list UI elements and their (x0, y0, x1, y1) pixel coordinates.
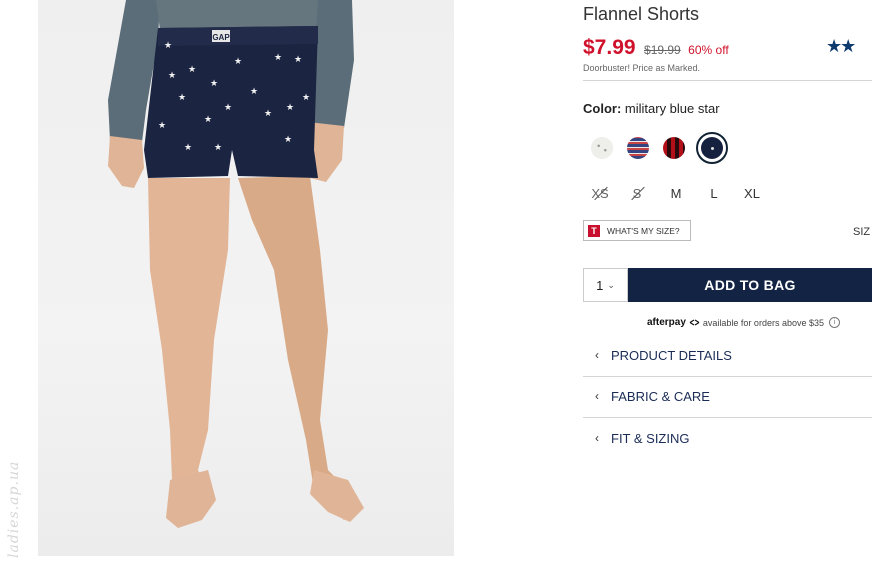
svg-text:★: ★ (284, 135, 292, 145)
svg-text:★: ★ (264, 109, 272, 119)
accordion-label: FIT & SIZING (611, 430, 690, 446)
watermark-text: ladies.ap.ua (6, 460, 22, 558)
afterpay-logo: afterpay (647, 317, 686, 328)
quantity-value: 1 (596, 277, 604, 293)
size-xs-unavailable[interactable]: XS (586, 185, 614, 203)
svg-text:★: ★ (286, 103, 294, 113)
afterpay-note: afterpay available for orders above $35 … (647, 317, 840, 328)
swatch-military-blue-star[interactable] (696, 132, 728, 164)
afterpay-arrows-icon (689, 319, 700, 326)
size-m[interactable]: M (662, 185, 690, 203)
svg-text:★: ★ (294, 55, 302, 65)
swatch-cream-star[interactable] (588, 134, 616, 162)
original-price: $19.99 (644, 43, 681, 57)
color-value: military blue star (624, 101, 720, 116)
svg-text:★: ★ (234, 57, 242, 67)
chevron-down-icon: ⌄ (607, 279, 615, 290)
whats-my-size-button[interactable]: T WHAT'S MY SIZE? (583, 220, 691, 241)
product-title: Flannel Shorts (583, 4, 700, 24)
afterpay-text: available for orders above $35 (702, 317, 824, 328)
divider (583, 80, 872, 81)
chevron-left-icon: ‹ (595, 348, 599, 362)
svg-text:★: ★ (184, 143, 192, 153)
color-label: Color: (583, 101, 622, 116)
svg-text:★: ★ (158, 121, 166, 131)
rating-stars[interactable]: ★★ (826, 36, 856, 57)
sale-price: $7.99 (583, 36, 636, 59)
doorbuster-note: Doorbuster! Price as Marked. (583, 63, 701, 73)
size-s-unavailable[interactable]: S (623, 185, 651, 203)
svg-text:★: ★ (224, 103, 232, 113)
accordion-product-details[interactable]: ‹ PRODUCT DETAILS (583, 335, 872, 375)
swatch-buffalo-plaid[interactable] (660, 134, 688, 162)
svg-text:★: ★ (302, 93, 310, 103)
quantity-select[interactable]: 1 ⌄ (583, 268, 628, 302)
svg-text:★: ★ (168, 71, 176, 81)
accordion-fit-sizing[interactable]: ‹ FIT & SIZING (583, 418, 872, 458)
svg-text:★: ★ (204, 115, 212, 125)
size-l[interactable]: L (700, 185, 728, 203)
info-icon[interactable]: i (828, 317, 840, 328)
svg-text:★: ★ (274, 53, 282, 63)
whats-my-size-label: WHAT'S MY SIZE? (607, 225, 680, 236)
model-illustration: GAP ★ ★ ★ ★ ★ ★ ★ ★ ★ ★ ★ ★ ★ ★ ★ ★ ★ ★ (108, 0, 364, 528)
accordion-label: PRODUCT DETAILS (611, 347, 732, 363)
svg-text:★: ★ (164, 41, 172, 51)
true-fit-icon: T (588, 224, 600, 237)
size-chart-link[interactable]: SIZ (853, 226, 870, 238)
color-selection-label: Color: military blue star (583, 101, 720, 116)
price-row: $7.99 $19.99 60% off (583, 36, 729, 60)
svg-text:★: ★ (250, 87, 258, 97)
chevron-left-icon: ‹ (595, 431, 599, 445)
accordion-fabric-care[interactable]: ‹ FABRIC & CARE (583, 376, 872, 416)
swatch-plaid-multicolor[interactable] (624, 134, 652, 162)
add-to-bag-button[interactable]: ADD TO BAG (628, 268, 872, 302)
chevron-left-icon: ‹ (595, 389, 599, 403)
svg-text:★: ★ (214, 143, 222, 153)
discount-label: 60% off (688, 43, 729, 57)
waistband-logo: GAP (212, 33, 230, 42)
svg-text:★: ★ (188, 65, 196, 75)
accordion-label: FABRIC & CARE (611, 388, 710, 404)
size-xl[interactable]: XL (738, 185, 766, 203)
svg-text:★: ★ (210, 79, 218, 89)
product-image: GAP ★ ★ ★ ★ ★ ★ ★ ★ ★ ★ ★ ★ ★ ★ ★ ★ ★ ★ (38, 0, 454, 556)
svg-text:★: ★ (178, 93, 186, 103)
